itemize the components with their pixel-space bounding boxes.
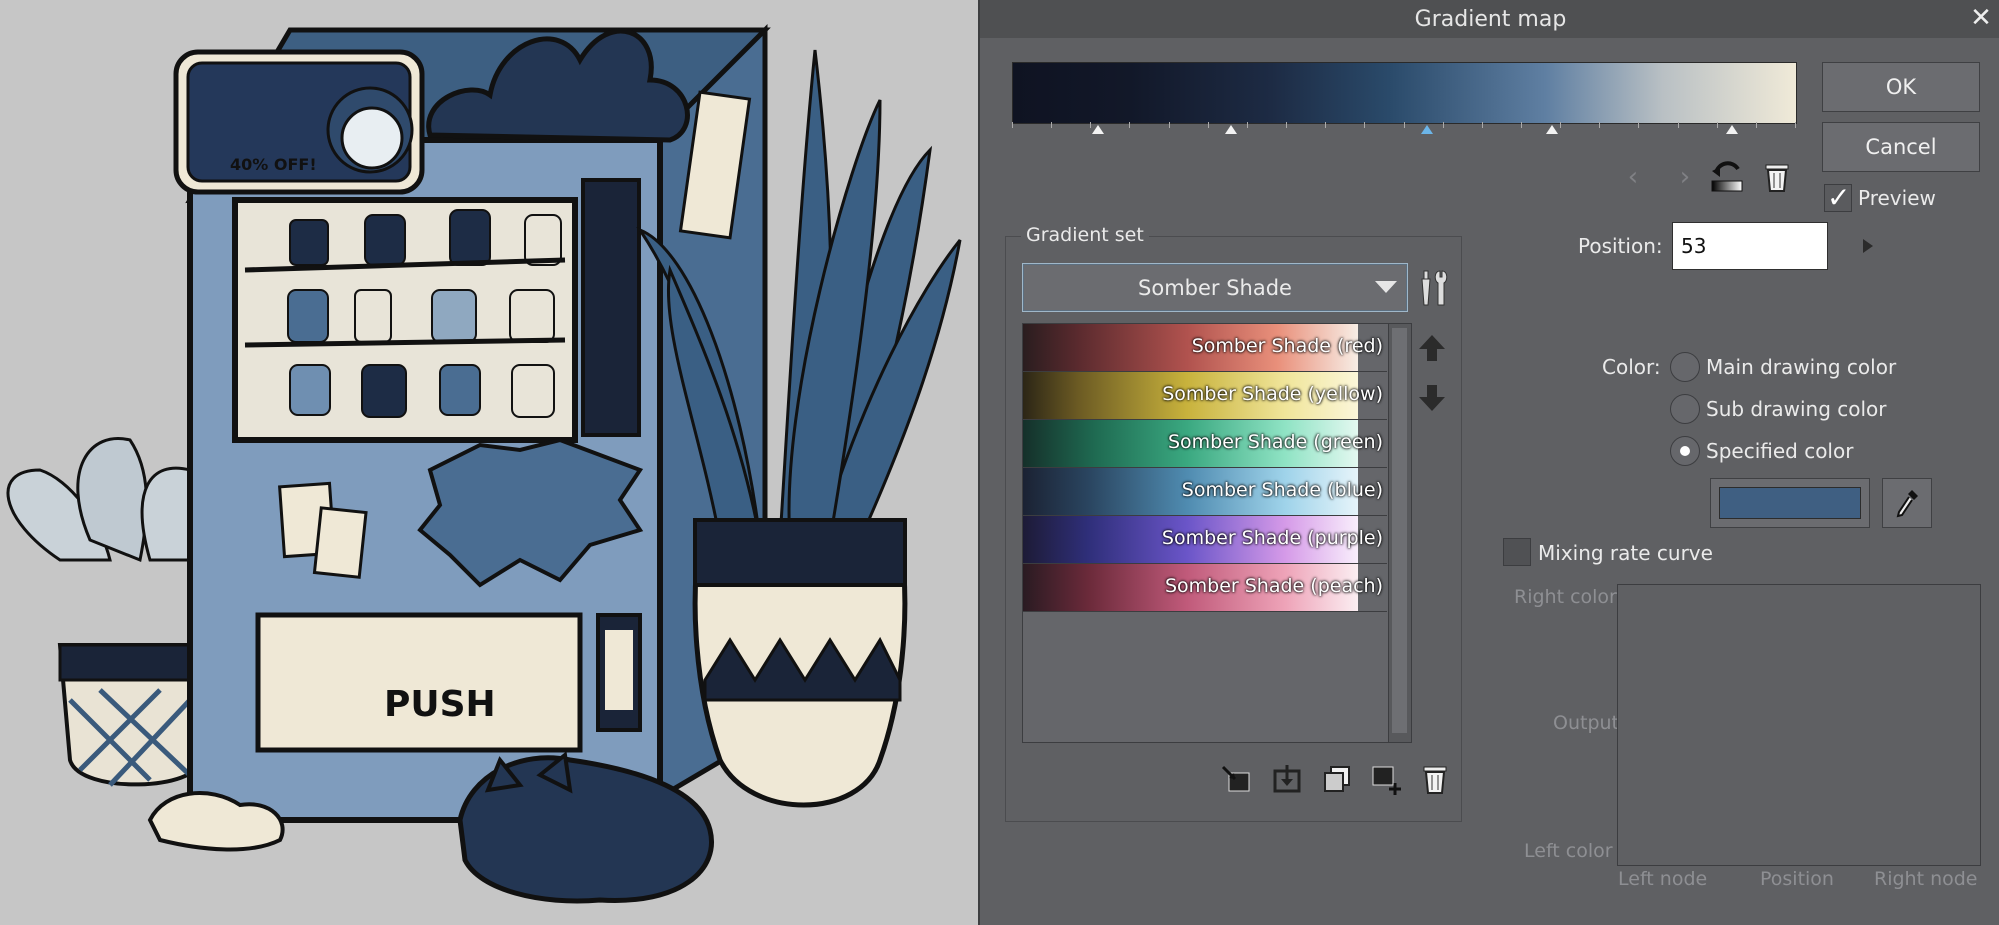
- chevron-down-icon: [1375, 281, 1397, 293]
- gradient-set-title: Gradient set: [1021, 224, 1149, 246]
- list-item[interactable]: Somber Shade (red): [1023, 324, 1387, 372]
- wrench-settings-icon[interactable]: [1414, 264, 1454, 310]
- position-input[interactable]: 53: [1672, 222, 1828, 270]
- ruler-tick: [1520, 122, 1522, 128]
- ruler-tick: [1481, 122, 1483, 128]
- preview-label: Preview: [1858, 186, 1936, 210]
- position-label: Position:: [1578, 234, 1663, 258]
- gradient-set-dropdown[interactable]: Somber Shade: [1022, 263, 1408, 312]
- drawing-canvas[interactable]: 40% OFF! PUSH: [0, 0, 978, 925]
- list-item[interactable]: Somber Shade (purple): [1023, 516, 1387, 564]
- reverse-gradient-icon[interactable]: [1706, 156, 1748, 196]
- move-up-icon[interactable]: [1414, 330, 1450, 366]
- gradient-item-label: Somber Shade (blue): [1181, 479, 1383, 501]
- mixing-rate-curve-graph[interactable]: [1617, 584, 1981, 866]
- ruler-tick: [1599, 122, 1601, 128]
- push-label: PUSH: [384, 684, 496, 725]
- eyedropper-icon[interactable]: [1882, 478, 1932, 528]
- list-item[interactable]: Somber Shade (green): [1023, 420, 1387, 468]
- left-color-label: Left color: [1524, 840, 1613, 862]
- delete-node-icon[interactable]: [1758, 156, 1796, 196]
- ruler-tick: [1207, 122, 1209, 128]
- ruler-tick: [1442, 122, 1444, 128]
- ruler-tick: [1560, 122, 1562, 128]
- gradient-item-label: Somber Shade (yellow): [1162, 383, 1383, 405]
- gradient-item-label: Somber Shade (peach): [1164, 575, 1383, 597]
- specified-color-button[interactable]: [1710, 478, 1870, 528]
- previous-node-icon[interactable]: ‹: [1618, 160, 1648, 194]
- ruler-tick: [1755, 122, 1757, 128]
- ruler-tick: [1677, 122, 1679, 128]
- output-label: Output: [1553, 712, 1619, 734]
- gradient-node-handle[interactable]: [1225, 125, 1238, 134]
- ruler-tick: [1325, 122, 1327, 128]
- gradient-set-selected: Somber Shade: [1138, 275, 1292, 300]
- ruler-tick: [1246, 122, 1248, 128]
- ruler-tick: [1129, 122, 1131, 128]
- gradient-item-label: Somber Shade (purple): [1161, 527, 1383, 549]
- mixing-rate-label: Mixing rate curve: [1538, 541, 1713, 565]
- vending-machine-illustration: 40% OFF! PUSH: [6, 23, 962, 904]
- import-gradient-icon[interactable]: [1268, 760, 1306, 798]
- move-down-icon[interactable]: [1414, 380, 1450, 416]
- scroll-thumb[interactable]: [1392, 328, 1407, 733]
- right-node-label: Right node: [1874, 868, 1978, 890]
- ruler-tick: [1716, 122, 1718, 128]
- ruler-tick: [1012, 122, 1013, 128]
- gradient-node-handle[interactable]: [1420, 125, 1433, 134]
- list-item[interactable]: Somber Shade (peach): [1023, 564, 1387, 612]
- color-label: Color:: [1602, 355, 1661, 379]
- gradient-item-label: Somber Shade (green): [1167, 431, 1383, 453]
- list-item[interactable]: Somber Shade (yellow): [1023, 372, 1387, 420]
- add-gradient-icon[interactable]: [1368, 760, 1406, 798]
- ruler-tick: [1638, 122, 1640, 128]
- checkmark-icon: ✓: [1827, 181, 1851, 214]
- left-node-label: Left node: [1618, 868, 1708, 890]
- duplicate-gradient-icon[interactable]: [1318, 760, 1356, 798]
- gradient-ruler: [1012, 122, 1796, 132]
- curve-position-label: Position: [1760, 868, 1834, 890]
- ok-button[interactable]: OK: [1822, 62, 1980, 112]
- gradient-node-handle[interactable]: [1726, 125, 1739, 134]
- next-node-icon[interactable]: ›: [1670, 160, 1700, 194]
- list-item[interactable]: Somber Shade (blue): [1023, 468, 1387, 516]
- title-bar[interactable]: Gradient map ✕: [980, 0, 1999, 38]
- ruler-tick: [1364, 122, 1366, 128]
- radio-main-drawing-color[interactable]: [1670, 352, 1700, 382]
- right-color-label: Right color: [1514, 586, 1617, 608]
- mixing-rate-checkbox[interactable]: [1503, 538, 1531, 566]
- apply-gradient-icon[interactable]: [1218, 760, 1256, 798]
- specified-color-label: Specified color: [1706, 439, 1854, 463]
- ruler-tick: [1051, 122, 1053, 128]
- cancel-button[interactable]: Cancel: [1822, 122, 1980, 172]
- gradient-preview-bar[interactable]: [1012, 62, 1797, 124]
- ruler-tick: [1286, 122, 1288, 128]
- radio-sub-drawing-color[interactable]: [1670, 394, 1700, 424]
- ruler-tick: [1403, 122, 1405, 128]
- sub-drawing-color-label: Sub drawing color: [1706, 397, 1887, 421]
- gradient-list-scrollbar[interactable]: [1388, 323, 1412, 743]
- ruler-tick: [1795, 122, 1796, 128]
- vending-machine: 40% OFF! PUSH: [173, 23, 771, 823]
- dialog-title: Gradient map: [1414, 6, 1567, 32]
- ruler-tick: [1168, 122, 1170, 128]
- radio-specified-color[interactable]: [1670, 436, 1700, 466]
- gradient-node-handle[interactable]: [1546, 125, 1559, 134]
- gradient-node-handle[interactable]: [1092, 125, 1105, 134]
- color-swatch: [1719, 487, 1861, 519]
- sign-text: 40% OFF!: [230, 155, 317, 174]
- gradient-item-label: Somber Shade (red): [1191, 335, 1383, 357]
- close-icon[interactable]: ✕: [1965, 2, 1997, 34]
- chevron-right-icon[interactable]: [1856, 230, 1880, 262]
- preview-checkbox[interactable]: ✓: [1824, 181, 1852, 214]
- delete-gradient-icon[interactable]: [1416, 758, 1454, 798]
- left-plant: [6, 437, 202, 787]
- main-drawing-color-label: Main drawing color: [1706, 355, 1897, 379]
- gradient-set-list[interactable]: Somber Shade (red) Somber Shade (yellow)…: [1022, 323, 1390, 743]
- gradient-map-dialog: Gradient map ✕ OK Cancel ✓ Preview ‹ › G…: [978, 0, 1999, 925]
